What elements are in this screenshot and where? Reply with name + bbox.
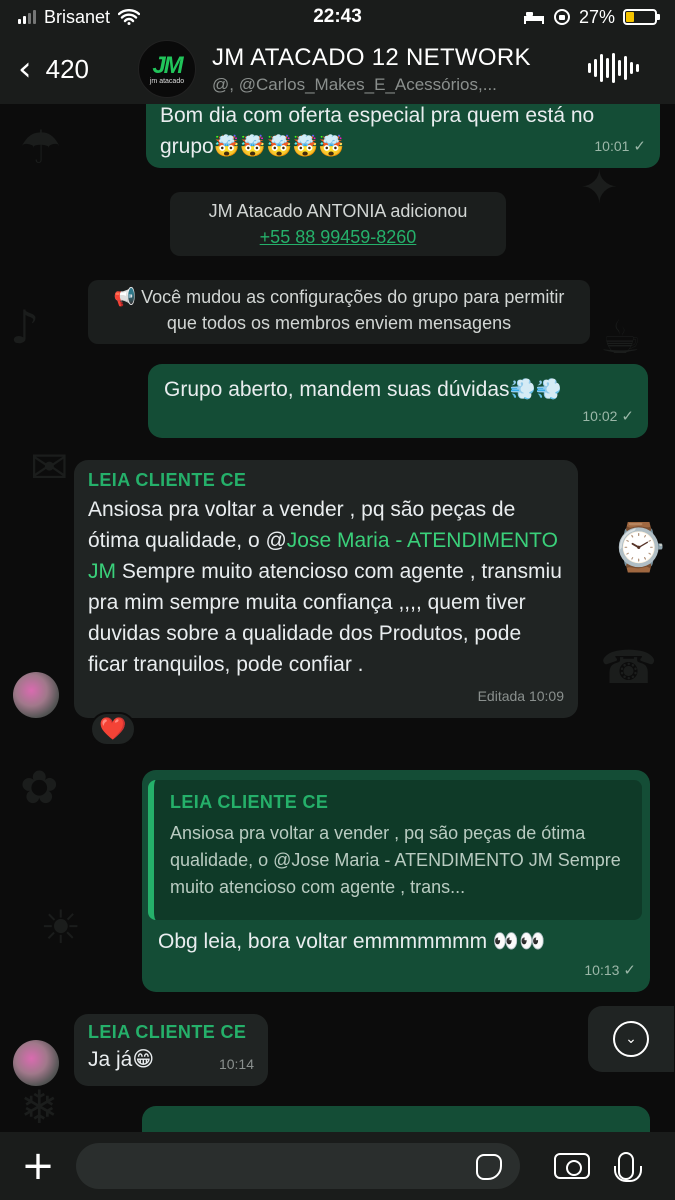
bed-icon xyxy=(523,12,544,24)
sticker-icon[interactable] xyxy=(476,1154,502,1180)
read-tick-icon: ✓ xyxy=(621,408,634,425)
chat-header: ‹ 420 JM jm atacado JM ATACADO 12 NETWOR… xyxy=(0,34,675,104)
camera-icon[interactable] xyxy=(554,1153,590,1179)
mention-at: @ xyxy=(265,529,287,552)
audio-wave-icon[interactable] xyxy=(588,52,639,84)
battery-icon xyxy=(623,9,660,25)
back-chevron-icon: ‹ xyxy=(18,49,32,89)
scroll-down-button[interactable]: ⌄ xyxy=(588,1006,674,1072)
read-tick-icon: ✓ xyxy=(633,138,646,155)
orientation-lock-icon xyxy=(553,9,570,25)
scroll-down-icon: ⌄ xyxy=(613,1021,649,1057)
system-text: 📢 Você mudou as configurações do grupo p… xyxy=(113,287,565,333)
read-tick-icon: ✓ xyxy=(623,962,636,979)
group-members: @, @Carlos_Makes_E_Acessórios,... xyxy=(212,74,497,94)
message-time: 10:13 xyxy=(584,962,620,978)
quoted-message[interactable]: LEIA CLIENTE CE Ansiosa pra voltar a ven… xyxy=(148,780,642,920)
message-text: Obg leia, bora voltar emmmmmmm 👀👀 xyxy=(158,930,546,953)
back-button[interactable]: ‹ 420 xyxy=(0,52,130,86)
avatar[interactable] xyxy=(13,1040,59,1086)
input-bar: + xyxy=(0,1132,675,1200)
message-text: Bom dia com oferta especial pra quem est… xyxy=(160,104,595,158)
quote-text: Ansiosa pra voltar a vender , pq são peç… xyxy=(170,823,621,897)
message-text: Grupo aberto, mandem suas dúvidas💨💨 xyxy=(164,378,562,401)
heart-reaction[interactable]: ❤️ xyxy=(90,712,136,746)
system-text: JM Atacado ANTONIA adicionou xyxy=(208,201,468,221)
group-title: JM ATACADO 12 NETWORK xyxy=(212,43,531,71)
sender-name[interactable]: LEIA CLIENTE CE xyxy=(88,1020,254,1044)
unread-count: 420 xyxy=(45,53,89,84)
phone-link[interactable]: +55 88 99459-8260 xyxy=(170,224,506,250)
message-incoming[interactable]: LEIA CLIENTE CE Ansiosa pra voltar a ven… xyxy=(74,460,578,718)
message-text: Sempre muito atencioso com agente , tran… xyxy=(88,560,562,676)
system-message-added: JM Atacado ANTONIA adicionou +55 88 9945… xyxy=(170,192,506,256)
logo-text: jm atacado xyxy=(149,77,185,85)
carrier-name: Brisanet xyxy=(44,6,111,27)
group-info[interactable]: JM ATACADO 12 NETWORK @, @Carlos_Makes_E… xyxy=(212,44,552,95)
group-avatar[interactable]: JM jm atacado xyxy=(138,40,196,98)
message-input[interactable] xyxy=(76,1143,520,1189)
message-time: 10:01 xyxy=(594,138,630,154)
avatar[interactable] xyxy=(13,672,59,718)
clock: 22:43 xyxy=(313,6,362,27)
status-bar: Brisanet 22:43 27% xyxy=(0,0,675,34)
wifi-icon xyxy=(118,9,141,25)
message-time: Editada 10:09 xyxy=(477,688,564,704)
message-time: 10:14 xyxy=(218,1056,254,1072)
message-time: 10:02 xyxy=(582,408,618,424)
message-incoming[interactable]: LEIA CLIENTE CE Ja já😁 10:14 xyxy=(74,1014,268,1086)
quote-sender: LEIA CLIENTE CE xyxy=(170,792,329,812)
signal-icon xyxy=(18,10,36,24)
battery-percent: 27% xyxy=(578,6,615,27)
sender-name[interactable]: LEIA CLIENTE CE xyxy=(88,468,562,492)
logo-mark: JM xyxy=(152,51,183,79)
message-outgoing[interactable]: Grupo aberto, mandem suas dúvidas💨💨 10:0… xyxy=(148,364,648,438)
plus-icon[interactable]: + xyxy=(0,1146,76,1186)
system-message-settings: 📢 Você mudou as configurações do grupo p… xyxy=(88,280,590,344)
mic-icon[interactable] xyxy=(614,1152,642,1182)
